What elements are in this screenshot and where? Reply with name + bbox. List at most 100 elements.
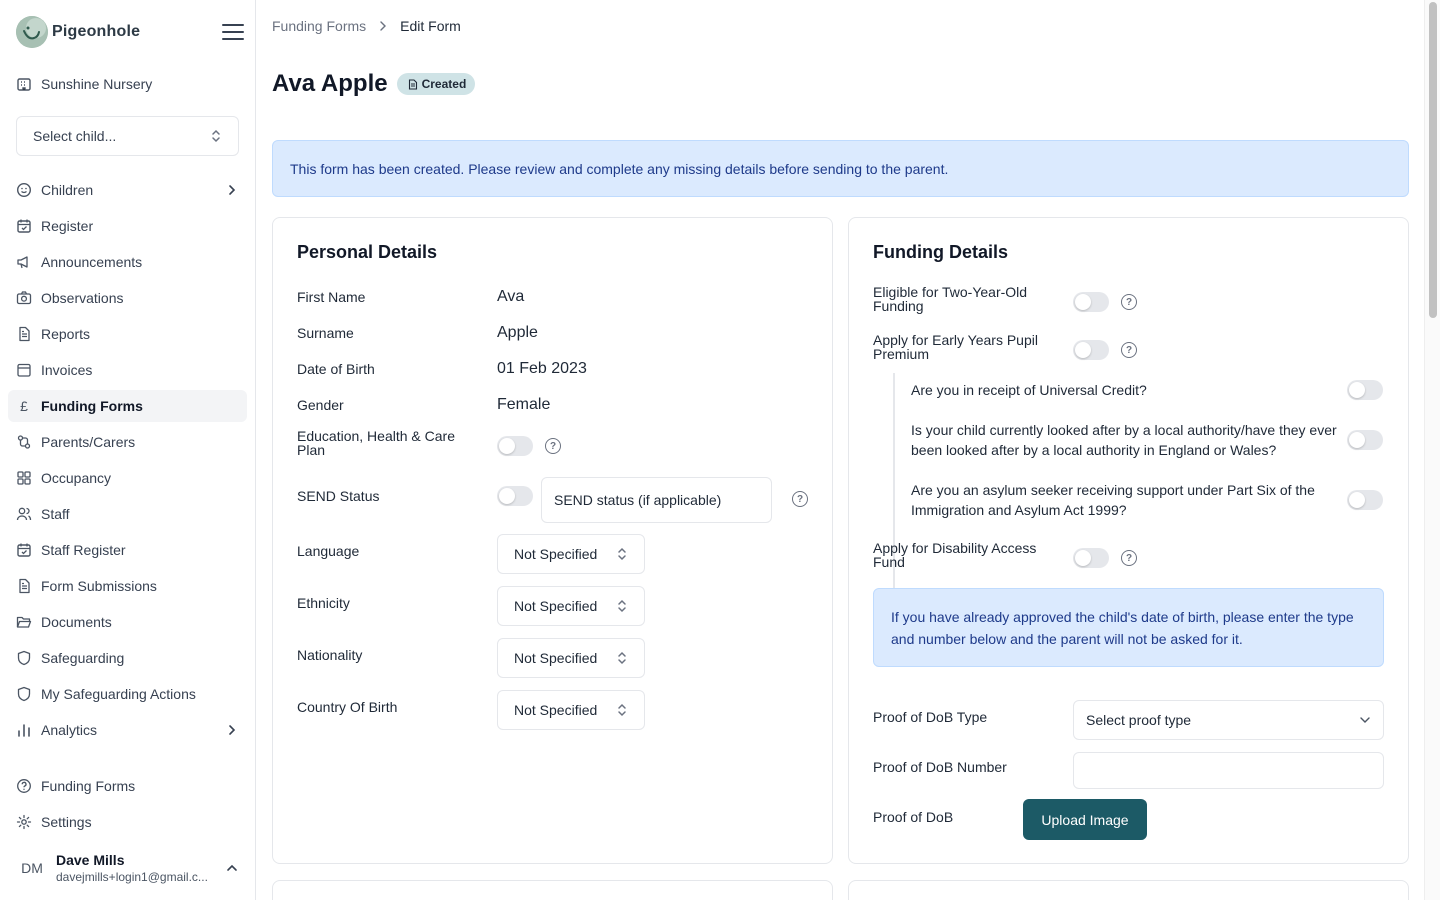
sidebar-bottom-nav: Funding Forms Settings xyxy=(8,770,247,842)
proof-number-input[interactable] xyxy=(1073,752,1384,789)
calendar-check-icon xyxy=(16,542,32,558)
sidebar-item-children[interactable]: Children xyxy=(8,174,247,206)
ehc-plan-label: Education, Health & Care Plan xyxy=(297,428,455,458)
sidebar-item-invoices[interactable]: Invoices xyxy=(8,354,247,386)
send-status-toggle[interactable] xyxy=(497,486,533,506)
sidebar-item-occupancy[interactable]: Occupancy xyxy=(8,462,247,494)
user-name: Dave Mills xyxy=(56,851,125,868)
sidebar-item-reports[interactable]: Reports xyxy=(8,318,247,350)
sidebar-item-form-submissions[interactable]: Form Submissions xyxy=(8,570,247,602)
nursery-label: Sunshine Nursery xyxy=(41,76,153,92)
file-text-icon xyxy=(16,578,32,594)
help-icon[interactable]: ? xyxy=(792,491,808,507)
gender-label: Gender xyxy=(297,397,344,413)
nationality-select[interactable]: Not Specified xyxy=(497,638,645,678)
pigeonhole-logo-icon xyxy=(16,16,48,48)
ethnicity-label: Ethnicity xyxy=(297,595,350,611)
sidebar-item-label: Announcements xyxy=(41,254,143,270)
child-select[interactable]: Select child... xyxy=(16,116,239,156)
sidebar-item-staff[interactable]: Staff xyxy=(8,498,247,530)
looked-after-toggle[interactable] xyxy=(1347,430,1383,450)
language-select[interactable]: Not Specified xyxy=(497,534,645,574)
building-icon xyxy=(16,76,32,92)
sidebar-item-register[interactable]: Register xyxy=(8,210,247,242)
chevron-right-icon xyxy=(229,725,236,735)
shield-icon xyxy=(16,686,32,702)
sidebar-item-help-funding-forms[interactable]: Funding Forms xyxy=(8,770,247,802)
eypp-toggle[interactable] xyxy=(1073,340,1109,360)
ehc-plan-toggle[interactable] xyxy=(497,436,533,456)
sidebar-item-my-safeguarding-actions[interactable]: My Safeguarding Actions xyxy=(8,678,247,710)
country-of-birth-value: Not Specified xyxy=(514,702,598,718)
grid-icon xyxy=(16,470,32,486)
nationality-label: Nationality xyxy=(297,647,363,663)
two-year-funding-toggle[interactable] xyxy=(1073,292,1109,312)
chevron-right-icon xyxy=(380,21,387,31)
ethnicity-select[interactable]: Not Specified xyxy=(497,586,645,626)
scrollbar-thumb[interactable] xyxy=(1429,2,1437,318)
folder-open-icon xyxy=(16,614,32,630)
sidebar-item-staff-register[interactable]: Staff Register xyxy=(8,534,247,566)
help-icon[interactable]: ? xyxy=(1121,550,1137,566)
send-status-input[interactable] xyxy=(541,477,772,523)
calendar-check-icon xyxy=(16,218,32,234)
daf-toggle[interactable] xyxy=(1073,548,1109,568)
sidebar-item-label: Safeguarding xyxy=(41,650,125,666)
file-text-icon xyxy=(16,326,32,342)
proof-type-select[interactable]: Select proof type xyxy=(1073,700,1384,740)
sidebar-item-announcements[interactable]: Announcements xyxy=(8,246,247,278)
next-card-right xyxy=(848,880,1409,900)
eypp-questions-divider xyxy=(893,373,895,611)
sidebar-item-observations[interactable]: Observations xyxy=(8,282,247,314)
brand[interactable]: Pigeonhole xyxy=(16,16,140,48)
nursery-name[interactable]: Sunshine Nursery xyxy=(16,72,152,96)
smile-circle-icon xyxy=(16,182,32,198)
info-text: If you have already approved the child's… xyxy=(891,608,1354,647)
language-value: Not Specified xyxy=(514,546,598,562)
user-menu[interactable]: DM Dave Mills davejmills+login1@gmail.c.… xyxy=(16,848,247,888)
page-title: Ava Apple xyxy=(272,70,388,97)
proof-of-dob-label: Proof of DoB xyxy=(873,809,954,825)
sidebar-item-label: Staff Register xyxy=(41,542,126,558)
funding-details-card: Funding Details Eligible for Two-Year-Ol… xyxy=(848,217,1409,864)
sidebar-item-analytics[interactable]: Analytics xyxy=(8,714,247,746)
sidebar-item-settings[interactable]: Settings xyxy=(8,806,247,838)
gear-icon xyxy=(16,814,32,830)
ethnicity-value: Not Specified xyxy=(514,598,598,614)
sidebar: Pigeonhole Sunshine Nursery Select child… xyxy=(0,0,256,900)
sidebar-item-funding-forms[interactable]: £ Funding Forms xyxy=(8,390,247,422)
universal-credit-question: Are you in receipt of Universal Credit? xyxy=(911,382,1147,398)
document-icon xyxy=(408,78,417,90)
asylum-seeker-toggle[interactable] xyxy=(1347,490,1383,510)
help-icon[interactable]: ? xyxy=(1121,342,1137,358)
sidebar-item-safeguarding[interactable]: Safeguarding xyxy=(8,642,247,674)
surname-label: Surname xyxy=(297,325,354,341)
shield-icon xyxy=(16,650,32,666)
avatar: DM xyxy=(21,860,43,876)
help-icon[interactable]: ? xyxy=(545,438,561,454)
main-content: Funding Forms Edit Form Ava Apple Create… xyxy=(256,0,1424,900)
dob-info-alert: If you have already approved the child's… xyxy=(873,588,1384,667)
asylum-seeker-question: Are you an asylum seeker receiving suppo… xyxy=(911,482,1315,518)
sidebar-item-parents-carers[interactable]: Parents/Carers xyxy=(8,426,247,458)
eypp-label: Apply for Early Years Pupil Premium xyxy=(873,332,1038,362)
card-title: Personal Details xyxy=(297,242,438,262)
breadcrumb-funding-forms[interactable]: Funding Forms xyxy=(272,18,366,34)
looked-after-question: Is your child currently looked after by … xyxy=(911,422,1337,458)
sidebar-item-label: Invoices xyxy=(41,362,93,378)
breadcrumb: Funding Forms Edit Form xyxy=(272,17,461,35)
upload-image-button[interactable]: Upload Image xyxy=(1023,799,1147,840)
chevrons-up-down-icon xyxy=(212,129,220,143)
sidebar-item-documents[interactable]: Documents xyxy=(8,606,247,638)
hamburger-menu-button[interactable] xyxy=(220,20,246,44)
info-alert: This form has been created. Please revie… xyxy=(272,140,1409,197)
card-title: Funding Details xyxy=(873,242,1008,262)
sidebar-nav: Children Register Announcements Observat… xyxy=(8,174,247,750)
country-of-birth-select[interactable]: Not Specified xyxy=(497,690,645,730)
universal-credit-toggle[interactable] xyxy=(1347,380,1383,400)
help-icon[interactable]: ? xyxy=(1121,294,1137,310)
user-email: davejmills+login1@gmail.c... xyxy=(56,869,208,884)
help-circle-icon xyxy=(16,778,32,794)
folder-icon xyxy=(16,362,32,378)
page-scrollbar[interactable] xyxy=(1424,0,1440,900)
